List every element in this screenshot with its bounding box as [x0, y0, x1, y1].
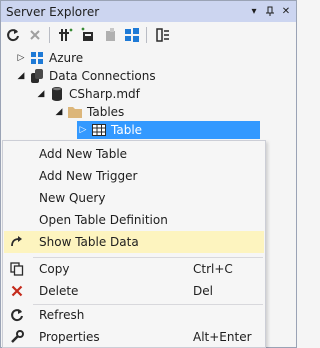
menu-shortcut: Ctrl+C [193, 262, 233, 276]
menu-label: Show Table Data [39, 235, 139, 249]
context-menu: Add New Table Add New Trigger New Query … [2, 140, 266, 348]
tree-node-data-connections[interactable]: ◢ Data Connections [15, 67, 156, 85]
server-explorer-panel: Server Explorer ▾ ✕ ▷ Azure ◢ Data Conne… [0, 0, 297, 348]
menu-item-add-new-trigger[interactable]: Add New Trigger [4, 165, 264, 187]
menu-item-copy[interactable]: Copy Ctrl+C [4, 258, 264, 280]
tree-node-table[interactable]: ▷ Table [77, 121, 260, 139]
menu-label: Refresh [39, 308, 85, 322]
tree-node-database[interactable]: ◢ CSharp.mdf [35, 85, 140, 103]
copy-icon [4, 262, 30, 276]
stop-icon[interactable] [25, 25, 45, 45]
close-icon[interactable]: ✕ [279, 5, 293, 19]
tree-label-data-connections: Data Connections [49, 69, 156, 83]
toolbar-separator-2 [146, 27, 147, 43]
menu-label: Open Table Definition [39, 213, 168, 227]
title-bar: Server Explorer ▾ ✕ [1, 1, 296, 22]
properties-toolbar-icon[interactable] [153, 25, 173, 45]
refresh-icon [4, 308, 30, 322]
menu-label: Copy [39, 262, 70, 276]
expand-arrow-icon[interactable]: ▷ [77, 125, 89, 135]
azure-windows-icon[interactable] [122, 25, 142, 45]
collapse-arrow-icon[interactable]: ◢ [53, 107, 65, 117]
menu-item-refresh[interactable]: Refresh [4, 304, 264, 326]
tree-label-table: Table [111, 123, 143, 137]
azure-icon [29, 50, 45, 66]
menu-label: Properties [39, 330, 100, 344]
menu-shortcut: Alt+Enter [193, 330, 252, 344]
tree-label-tables: Tables [87, 105, 125, 119]
title-bar-controls: ▾ ✕ [247, 5, 293, 19]
menu-label: Delete [39, 284, 79, 298]
tree-node-azure[interactable]: ▷ Azure [15, 49, 84, 67]
menu-label: New Query [39, 191, 106, 205]
tree-label-azure: Azure [49, 51, 84, 65]
folder-icon [67, 104, 83, 120]
menu-item-properties[interactable]: Properties Alt+Enter [4, 326, 264, 348]
menu-item-new-query[interactable]: New Query [4, 187, 264, 209]
dropdown-icon[interactable]: ▾ [247, 5, 261, 19]
tree-node-tables[interactable]: ◢ Tables [53, 103, 125, 121]
data-connections-icon [29, 68, 45, 84]
connect-server-icon[interactable] [78, 25, 98, 45]
collapse-arrow-icon[interactable]: ◢ [15, 71, 27, 81]
expand-arrow-icon[interactable]: ▷ [15, 53, 27, 63]
show-data-icon [4, 236, 30, 248]
menu-label: Add New Trigger [39, 169, 138, 183]
menu-label: Add New Table [39, 147, 128, 161]
delete-icon [4, 285, 30, 297]
menu-item-delete[interactable]: Delete Del [4, 280, 264, 302]
toolbar-separator [49, 27, 50, 43]
menu-item-open-table-definition[interactable]: Open Table Definition [4, 209, 264, 231]
menu-item-show-table-data[interactable]: Show Table Data [4, 231, 264, 253]
menu-shortcut: Del [193, 284, 213, 298]
refresh-icon[interactable] [3, 25, 23, 45]
toolbar [1, 23, 296, 47]
table-icon [91, 122, 107, 138]
collapse-arrow-icon[interactable]: ◢ [35, 89, 47, 99]
connect-sharepoint-icon[interactable] [100, 25, 120, 45]
tree-label-database: CSharp.mdf [69, 87, 140, 101]
menu-item-add-new-table[interactable]: Add New Table [4, 143, 264, 165]
panel-title: Server Explorer [6, 4, 100, 19]
wrench-icon [4, 330, 30, 344]
database-icon [49, 86, 65, 102]
connect-database-icon[interactable] [56, 25, 76, 45]
pin-icon[interactable] [263, 5, 277, 19]
